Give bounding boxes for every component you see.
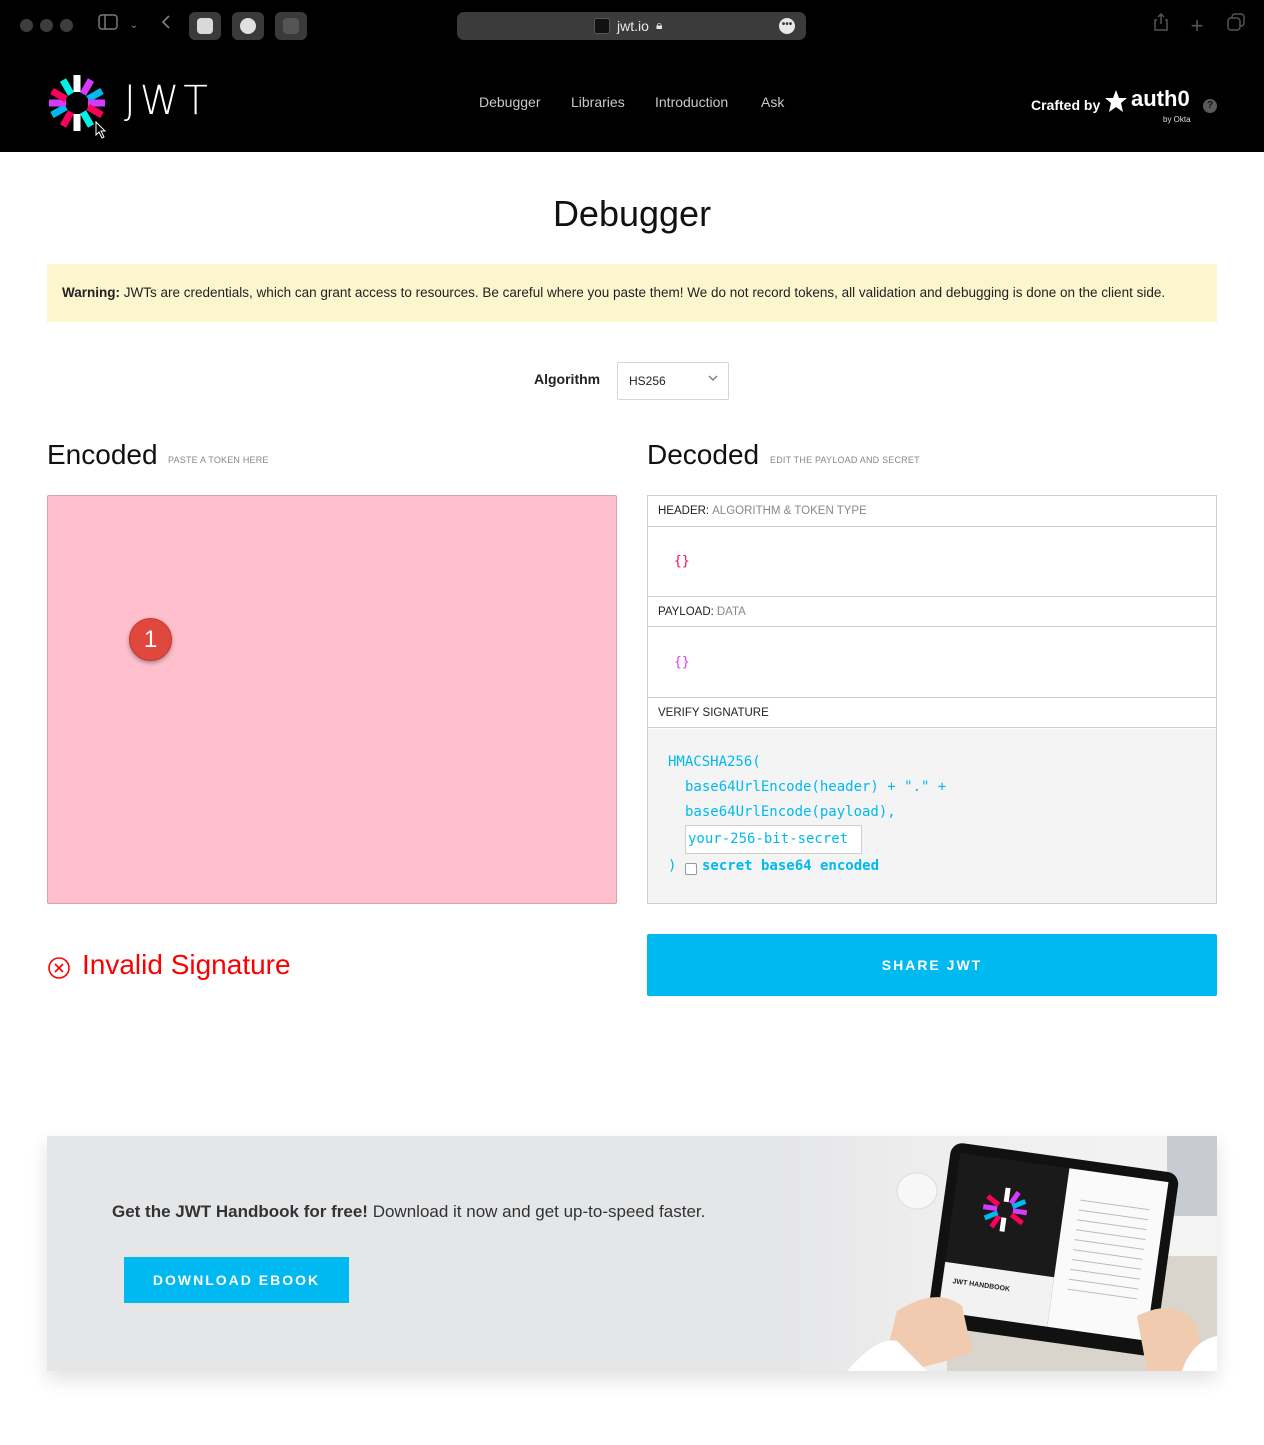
nav-ask[interactable]: Ask — [761, 93, 784, 111]
crafted-by-label: Crafted by — [1031, 97, 1101, 113]
sig-line-hmac: HMACSHA256( — [668, 754, 761, 770]
payload-json-editor[interactable]: {} — [674, 655, 690, 670]
header-section-title: HEADER: ALGORITHM & TOKEN TYPE — [648, 496, 1216, 527]
nav-debugger[interactable]: Debugger — [479, 93, 541, 111]
auth0-logo-text[interactable]: auth0 — [1131, 86, 1190, 112]
url-text: jwt.io — [617, 18, 649, 34]
back-icon[interactable] — [156, 13, 176, 39]
chevron-down-icon — [708, 372, 718, 387]
mouse-cursor-icon — [95, 121, 107, 139]
handbook-title: Get the JWT Handbook for free! — [112, 1202, 368, 1221]
verify-signature-title: VERIFY SIGNATURE — [648, 697, 1216, 728]
sig-line-header: base64UrlEncode(header) + "." + — [685, 779, 947, 795]
sig-close-paren: ) — [668, 858, 677, 874]
encoded-token-input[interactable] — [47, 495, 617, 904]
more-options-icon[interactable]: ••• — [779, 18, 795, 34]
tab-overview-icon[interactable] — [1225, 13, 1247, 39]
auth0-shield-icon[interactable] — [1104, 89, 1128, 115]
nav-introduction[interactable]: Introduction — [655, 93, 728, 111]
algorithm-label: Algorithm — [534, 371, 601, 387]
handbook-tablet-image: JWT HANDBOOK — [787, 1136, 1217, 1371]
handbook-description: Download it now and get up-to-speed fast… — [372, 1202, 706, 1221]
encoded-subtitle: PASTE A TOKEN HERE — [168, 455, 269, 465]
step-marker-badge: 1 — [129, 618, 172, 661]
share-jwt-button[interactable]: SHARE JWT — [647, 934, 1217, 996]
minimize-window-button[interactable] — [40, 19, 53, 32]
help-icon[interactable]: ? — [1203, 99, 1217, 113]
share-icon[interactable] — [1151, 12, 1171, 39]
site-header: JWT Debugger Libraries Introduction Ask … — [0, 52, 1264, 152]
decoded-title: Decoded — [647, 439, 760, 470]
nav-libraries[interactable]: Libraries — [571, 93, 625, 111]
browser-toolbar: ⌄ jwt.io 🔒︎ ••• + — [0, 0, 1264, 52]
decoded-subtitle: EDIT THE PAYLOAD AND SECRET — [770, 455, 920, 465]
warning-banner: Warning: JWTs are credentials, which can… — [47, 264, 1217, 322]
handbook-text: Get the JWT Handbook for free! Download … — [112, 1202, 705, 1222]
algorithm-select[interactable]: HS256 — [617, 362, 729, 400]
sidebar-icon[interactable] — [96, 13, 120, 39]
error-icon — [48, 957, 70, 979]
header-json-editor[interactable]: {} — [674, 554, 690, 569]
zoom-window-button[interactable] — [60, 19, 73, 32]
algorithm-value: HS256 — [629, 374, 666, 388]
handbook-banner: Get the JWT Handbook for free! Download … — [47, 1136, 1217, 1371]
by-okta-label: by Okta — [1163, 115, 1191, 124]
pinned-tab-3[interactable] — [275, 12, 307, 40]
page-title: Debugger — [552, 193, 712, 234]
pinned-tab-github[interactable] — [232, 12, 264, 40]
address-bar[interactable]: jwt.io 🔒︎ ••• — [457, 12, 806, 40]
logo-text[interactable]: JWT — [124, 76, 212, 126]
encoded-title: Encoded — [47, 439, 158, 470]
chevron-down-icon[interactable]: ⌄ — [126, 13, 142, 39]
close-window-button[interactable] — [20, 19, 33, 32]
invalid-signature-text: Invalid Signature — [82, 949, 291, 980]
secret-input[interactable]: your-256-bit-secret — [685, 825, 862, 854]
warning-text: JWTs are credentials, which can grant ac… — [123, 285, 1166, 300]
new-tab-icon[interactable]: + — [1187, 13, 1207, 39]
decoded-panel: HEADER: ALGORITHM & TOKEN TYPE {} PAYLOAD… — [647, 495, 1217, 904]
download-ebook-button[interactable]: DOWNLOAD EBOOK — [124, 1257, 349, 1303]
lock-icon: 🔒︎ — [656, 18, 663, 32]
payload-section-title: PAYLOAD: DATA — [648, 596, 1216, 627]
sig-line-payload: base64UrlEncode(payload), — [685, 804, 896, 820]
site-favicon — [594, 18, 610, 34]
signature-panel: HMACSHA256( base64UrlEncode(header) + ".… — [648, 729, 1216, 903]
warning-label: Warning: — [62, 285, 120, 300]
pinned-tab-1[interactable] — [189, 12, 221, 40]
base64-checkbox[interactable] — [685, 863, 697, 875]
secret-base64-label: secret base64 encoded — [702, 858, 880, 874]
